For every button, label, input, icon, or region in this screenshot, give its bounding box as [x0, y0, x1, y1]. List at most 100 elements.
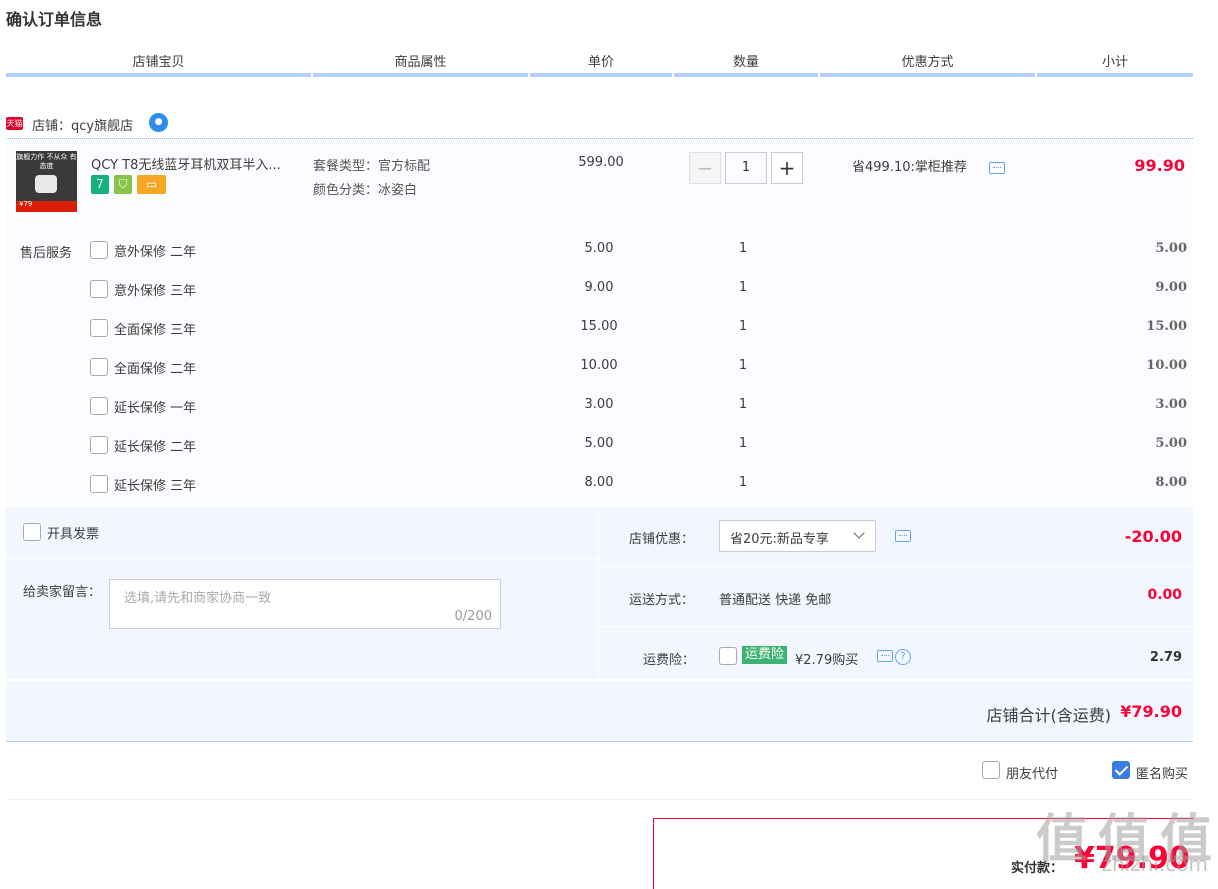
divider [599, 566, 1193, 567]
product-title[interactable]: QCY T8无线蓝牙耳机双耳半入... [91, 154, 306, 173]
message-placeholder: 选填,请先和商家协商一致 [124, 591, 272, 606]
prop-package: 套餐类型：官方标配 [313, 155, 430, 174]
prop-key: 套餐类型： [313, 159, 379, 174]
quantity-input[interactable]: 1 [725, 152, 767, 184]
service-subtotal: 5.00 [1155, 241, 1187, 256]
service-row: 延长保修 一年 3.00 1 3.00 [6, 396, 1193, 418]
coupon-comment-icon[interactable] [895, 530, 911, 542]
service-subtotal: 10.00 [1146, 358, 1187, 373]
invoice-message-panel: 开具发票 给卖家留言： 选填,请先和商家协商一致 0/200 [6, 507, 598, 679]
service-subtotal: 9.00 [1155, 280, 1187, 295]
column-unit-price: 单价 [587, 55, 614, 70]
service-name: 全面保修 三年 [114, 323, 197, 338]
service-name: 延长保修 二年 [114, 440, 197, 455]
shop-total: 店铺合计(含运费) ¥79.90 [6, 681, 1193, 742]
coupon-label: 店铺优惠： [629, 532, 695, 547]
page-title: 确认订单信息 [6, 10, 103, 29]
decrease-button[interactable]: − [689, 152, 721, 184]
insurance-amount: 2.79 [1149, 650, 1182, 665]
unit-price: 599.00 [578, 155, 624, 170]
item-subtotal: 99.90 [1134, 156, 1185, 175]
coupon-selected: 省20元:新品专享 [730, 532, 829, 547]
column-subtotal: 小计 [1101, 55, 1128, 70]
insurance-tag: 运费险 [742, 646, 788, 664]
service-qty: 1 [738, 436, 748, 451]
coupon-amount: -20.00 [1124, 527, 1182, 546]
column-divider [311, 73, 313, 77]
shop-total-label: 店铺合计(含运费) [986, 706, 1112, 725]
coupon-select[interactable]: 省20元:新品专享 [719, 520, 876, 552]
prop-value: 冰姿白 [378, 183, 418, 198]
service-row: 意外保修 三年 9.00 1 9.00 [6, 279, 1193, 301]
column-divider [672, 73, 674, 77]
column-discount: 优惠方式 [901, 55, 954, 70]
service-subtotal: 8.00 [1155, 475, 1187, 490]
service-name: 延长保修 三年 [114, 479, 197, 494]
invoice-checkbox[interactable] [23, 523, 41, 541]
service-name: 延长保修 一年 [114, 401, 197, 416]
service-qty: 1 [738, 241, 748, 256]
service-checkbox[interactable] [90, 241, 108, 259]
service-checkbox[interactable] [90, 280, 108, 298]
service-qty: 1 [738, 319, 748, 334]
service-name: 意外保修 二年 [114, 245, 197, 260]
prop-color: 颜色分类：冰姿白 [313, 179, 417, 198]
column-shop-item: 店铺宝贝 [132, 55, 185, 70]
column-divider [818, 73, 820, 77]
friend-pay-label: 朋友代付 [1006, 767, 1059, 782]
service-qty: 1 [738, 280, 748, 295]
service-qty: 1 [738, 397, 748, 412]
shipping-amount: 0.00 [1147, 587, 1182, 603]
invoice-label: 开具发票 [47, 527, 100, 542]
service-price: 9.00 [584, 280, 614, 295]
credit-card-icon[interactable]: ▭ [137, 175, 166, 194]
insurance-label: 运费险： [643, 653, 696, 668]
divider [599, 626, 1193, 627]
message-label: 给卖家留言： [23, 585, 102, 600]
service-name: 全面保修 二年 [114, 362, 197, 377]
earbud-image [35, 175, 57, 193]
column-divider [1035, 73, 1037, 77]
friend-pay-checkbox[interactable] [982, 761, 1000, 779]
insurance-comment-icon[interactable] [877, 650, 893, 662]
shop-total-amount: ¥79.90 [1120, 702, 1182, 721]
column-attributes: 商品属性 [394, 55, 447, 70]
message-textarea[interactable]: 选填,请先和商家协商一致 0/200 [109, 579, 501, 629]
service-price: 10.00 [580, 358, 618, 373]
divider [6, 799, 1193, 800]
chevron-down-icon [853, 527, 865, 539]
service-row: 延长保修 三年 8.00 1 8.00 [6, 474, 1193, 496]
service-checkbox[interactable] [90, 397, 108, 415]
service-subtotal: 3.00 [1155, 397, 1187, 412]
order-options-panel: 店铺优惠： 省20元:新品专享 -20.00 运送方式： 普通配送 快递 免邮 … [599, 507, 1193, 679]
shop-name[interactable]: 店铺：qcy旗舰店 [32, 115, 133, 134]
wangwang-chat-icon[interactable]: ● [149, 113, 168, 132]
thumbnail-price: ¥79 [19, 200, 33, 208]
seven-day-return-icon[interactable]: 7 [91, 175, 109, 194]
service-checkbox[interactable] [90, 475, 108, 493]
service-checkbox[interactable] [90, 358, 108, 376]
column-divider [528, 73, 530, 77]
watermark-text: zhizhi.com [1101, 852, 1208, 876]
item-area: 旗舰力作 不从众 有态度 ¥79 QCY T8无线蓝牙耳机双耳半入... 7 ⛉… [6, 140, 1193, 504]
service-checkbox[interactable] [90, 436, 108, 454]
service-checkbox[interactable] [90, 319, 108, 337]
service-price: 8.00 [584, 475, 614, 490]
insurance-checkbox[interactable] [719, 647, 737, 665]
service-subtotal: 15.00 [1146, 319, 1187, 334]
tmall-icon: 天猫 [6, 117, 23, 130]
service-row: 全面保修 二年 10.00 1 10.00 [6, 357, 1193, 379]
help-icon[interactable]: ? [895, 649, 911, 665]
divider [6, 558, 598, 559]
service-subtotal: 5.00 [1155, 436, 1187, 451]
product-thumbnail[interactable]: 旗舰力作 不从众 有态度 ¥79 [16, 151, 77, 212]
anonymous-checkbox[interactable] [1112, 761, 1130, 779]
promo-comment-icon[interactable] [989, 162, 1005, 174]
thumbnail-text: 旗舰力作 不从众 有态度 [16, 153, 77, 170]
shop-line: 天猫 店铺：qcy旗舰店 ● [6, 112, 1193, 139]
increase-button[interactable]: + [771, 152, 803, 184]
service-row: 意外保修 二年 5.00 1 5.00 [6, 240, 1193, 262]
service-price: 3.00 [584, 397, 614, 412]
service-qty: 1 [738, 475, 748, 490]
guarantee-icon[interactable]: ⛉ [114, 175, 132, 194]
